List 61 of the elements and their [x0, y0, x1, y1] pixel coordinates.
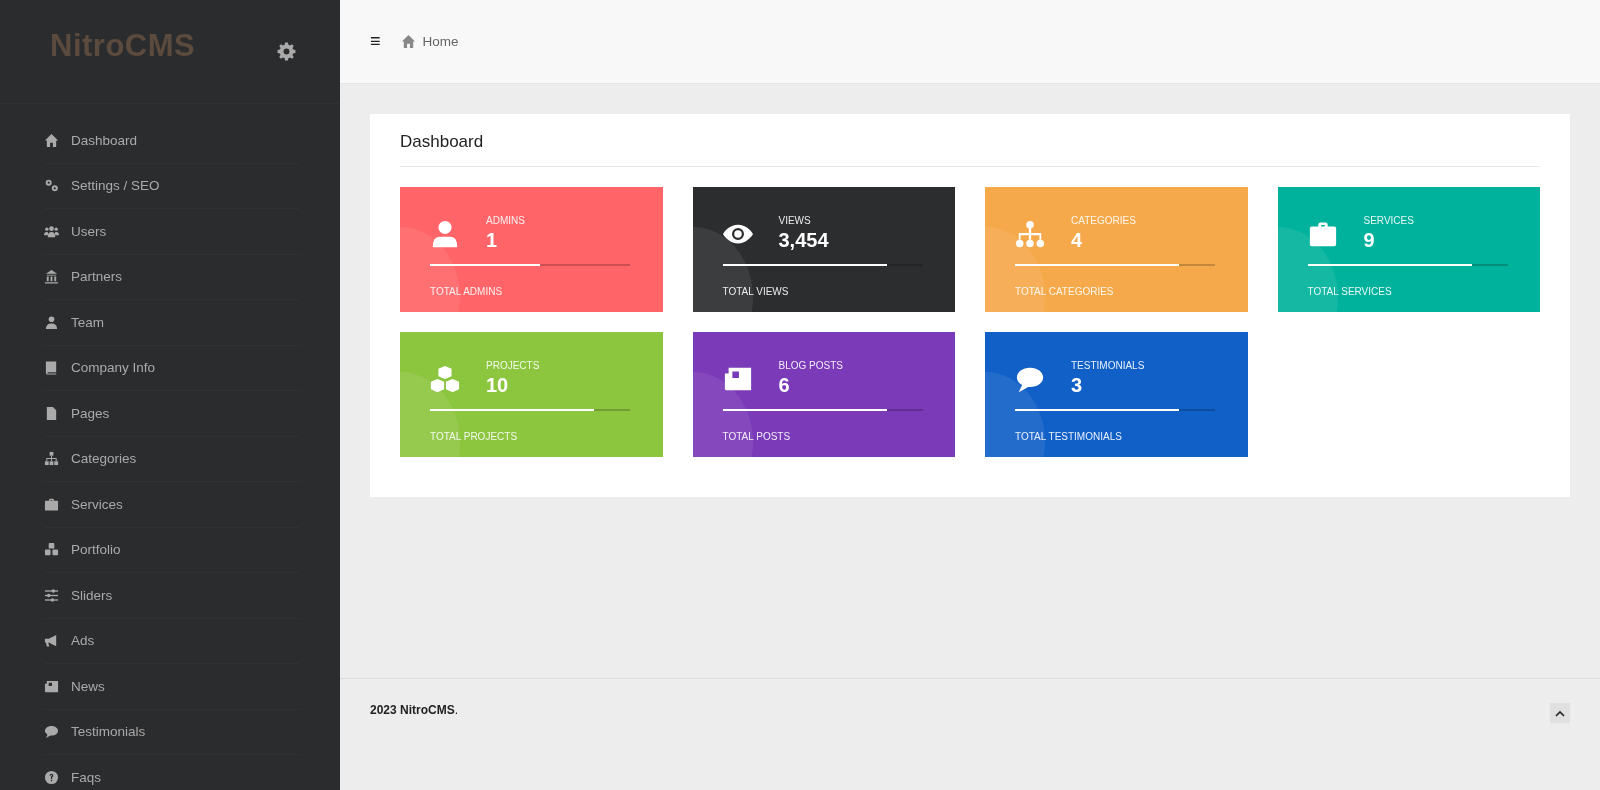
sidebar-item[interactable]: News [44, 678, 105, 694]
users-icon [44, 223, 59, 239]
sidebar-item[interactable]: Portfolio [44, 542, 121, 558]
home-icon [44, 132, 59, 148]
file-icon [44, 405, 59, 421]
stat-value: 3 [1071, 374, 1084, 397]
stat-label: VIEWS [778, 215, 812, 226]
cubes-icon [44, 542, 59, 558]
stat-footer: TOTAL POSTS [722, 431, 791, 442]
megaphone-icon [44, 633, 59, 649]
sidebar-item[interactable]: Settings / SEO [44, 178, 160, 194]
sidebar-item[interactable]: Services [44, 496, 123, 512]
stat-footer: TOTAL PROJECTS [430, 431, 518, 442]
sidebar-item[interactable]: Ads [44, 633, 95, 649]
sliders-icon [44, 587, 59, 603]
stat-value: 3,454 [778, 229, 829, 252]
menu-toggle[interactable]: ≡ [370, 31, 381, 52]
book-icon [44, 360, 59, 376]
sidebar-item[interactable]: Categories [44, 451, 137, 467]
panel-title: Dashboard [400, 132, 1540, 167]
gears-icon [44, 178, 59, 194]
speech-bubble-icon [44, 724, 59, 740]
cubes-icon [430, 363, 460, 394]
briefcase-icon [44, 496, 59, 512]
stat-label: TESTIMONIALS [1071, 360, 1145, 371]
sidebar-item[interactable]: Pages [44, 405, 110, 421]
sidebar-item[interactable]: Team [44, 314, 104, 330]
stat-footer: TOTAL CATEGORIES [1015, 286, 1114, 297]
scroll-top-button[interactable] [1550, 703, 1570, 723]
sidebar-item[interactable]: Testimonials [44, 724, 146, 740]
stat-value: 1 [486, 229, 499, 252]
user-icon [430, 218, 460, 249]
stat-value: 10 [486, 374, 510, 397]
sitemap-icon [1015, 218, 1045, 249]
sidebar-item[interactable]: Dashboard [44, 132, 138, 148]
stat-footer: TOTAL VIEWS [722, 286, 789, 297]
person-icon [44, 314, 59, 330]
stat-footer: TOTAL SERVICES [1307, 286, 1392, 297]
building-icon [44, 269, 59, 285]
sidebar-item[interactable]: Company Info [44, 360, 156, 376]
sidebar-item[interactable]: Faqs [44, 769, 101, 785]
home-icon [400, 34, 416, 49]
stat-value: 6 [778, 374, 791, 397]
sitemap-icon [44, 451, 59, 467]
copyright-text: 2023 NitroCMS. [370, 703, 459, 717]
sidebar-item[interactable]: Users [44, 223, 107, 239]
stat-label: BLOG POSTS [778, 360, 843, 371]
stat-label: PROJECTS [486, 360, 540, 371]
stat-footer: TOTAL ADMINS [430, 286, 503, 297]
stat-label: CATEGORIES [1071, 215, 1136, 226]
stat-value: 4 [1071, 229, 1084, 252]
question-circle-icon [44, 769, 59, 785]
sidebar-item[interactable]: Sliders [44, 587, 113, 603]
chevron-up-icon [1555, 709, 1565, 717]
stat-label: SERVICES [1363, 215, 1414, 226]
stat-footer: TOTAL TESTIMONIALS [1015, 431, 1122, 442]
stat-value: 9 [1363, 229, 1376, 252]
sidebar-item[interactable]: Partners [44, 269, 123, 285]
settings-icon[interactable] [277, 42, 296, 61]
breadcrumb-link[interactable]: Home [400, 34, 459, 49]
stat-label: ADMINS [486, 215, 525, 226]
